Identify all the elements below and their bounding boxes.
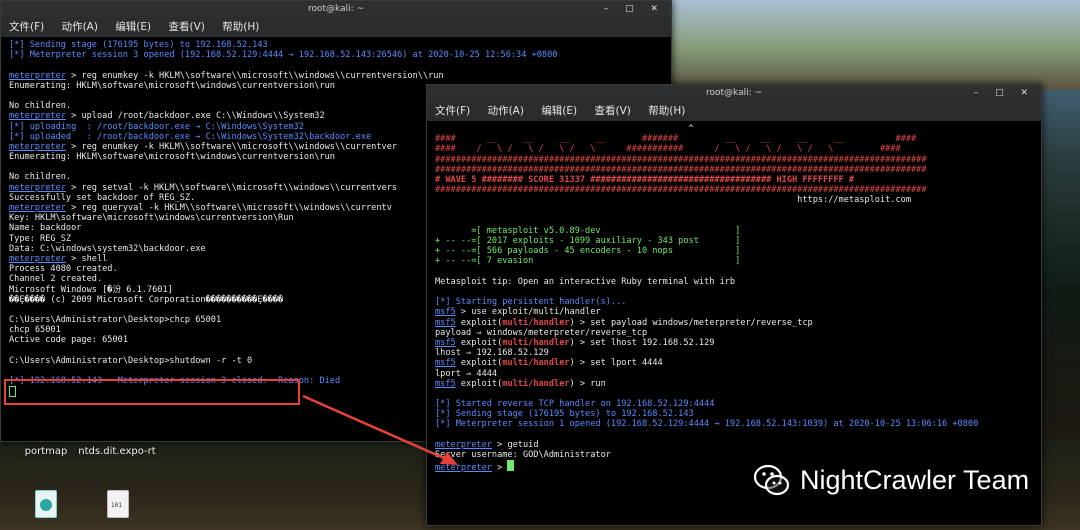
web-page-file-icon[interactable] xyxy=(35,490,57,518)
watermark-text: NightCrawler Team xyxy=(800,464,1030,495)
annotation-arrow xyxy=(302,394,458,465)
svg-text:101: 101 xyxy=(111,502,122,509)
desktop-icon-label-ntds[interactable]: ntds.dit.expo-rt xyxy=(77,446,157,457)
watermark: NightCrawler Team xyxy=(752,458,1029,502)
desktop-icon-label-portmap[interactable]: portmap xyxy=(6,446,86,457)
wechat-logo-icon xyxy=(752,460,792,500)
binary-file-icon[interactable]: 101 xyxy=(107,490,129,518)
